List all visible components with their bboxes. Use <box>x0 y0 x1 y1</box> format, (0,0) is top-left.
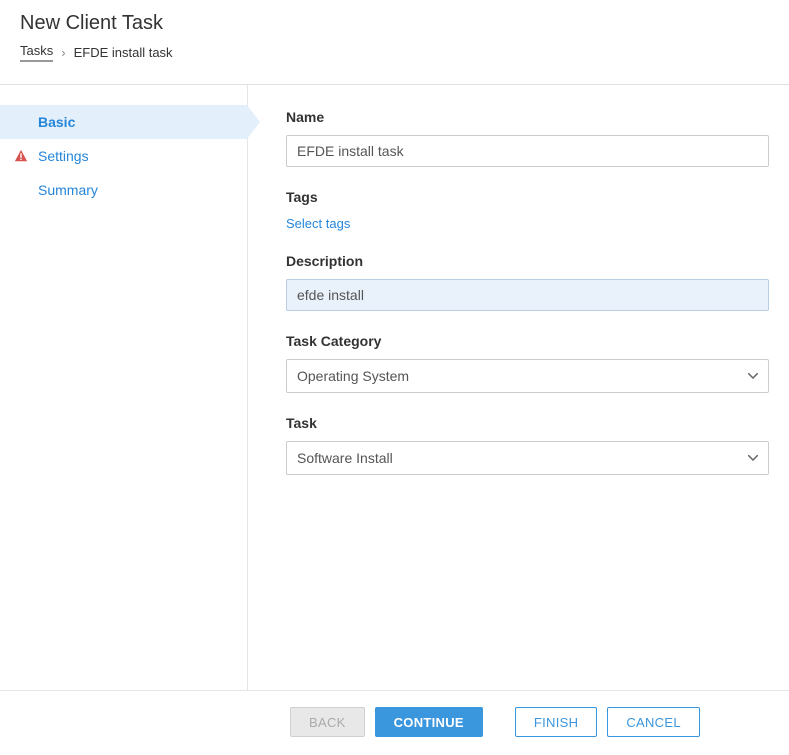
main-content: Name Tags Select tags Description Task C… <box>248 85 789 690</box>
breadcrumb-root[interactable]: Tasks <box>20 43 53 62</box>
sidebar-item-basic[interactable]: Basic <box>0 105 247 139</box>
continue-button[interactable]: CONTINUE <box>375 707 483 737</box>
description-label: Description <box>286 253 769 269</box>
tags-label: Tags <box>286 189 769 205</box>
description-input[interactable] <box>286 279 769 311</box>
sidebar: Basic Settings Summary <box>0 85 248 690</box>
chevron-right-icon: › <box>61 45 65 60</box>
breadcrumb: Tasks › EFDE install task <box>20 43 769 62</box>
task-select[interactable]: Software Install <box>286 441 769 475</box>
back-button: BACK <box>290 707 365 737</box>
name-label: Name <box>286 109 769 125</box>
field-tags: Tags Select tags <box>286 189 769 231</box>
field-task-category: Task Category Operating System <box>286 333 769 393</box>
task-category-select[interactable]: Operating System <box>286 359 769 393</box>
sidebar-item-label: Summary <box>38 182 98 198</box>
body: Basic Settings Summary Name Tags Select … <box>0 85 789 690</box>
sidebar-item-settings[interactable]: Settings <box>0 139 247 173</box>
name-input[interactable] <box>286 135 769 167</box>
sidebar-item-label: Settings <box>38 148 89 164</box>
page-title: New Client Task <box>20 12 769 35</box>
breadcrumb-current: EFDE install task <box>74 45 173 60</box>
warning-icon <box>14 149 28 163</box>
task-label: Task <box>286 415 769 431</box>
sidebar-item-label: Basic <box>38 114 75 130</box>
header: New Client Task Tasks › EFDE install tas… <box>0 0 789 72</box>
cancel-button[interactable]: CANCEL <box>607 707 700 737</box>
finish-button[interactable]: FINISH <box>515 707 597 737</box>
field-description: Description <box>286 253 769 311</box>
field-name: Name <box>286 109 769 167</box>
field-task: Task Software Install <box>286 415 769 475</box>
select-tags-link[interactable]: Select tags <box>286 216 350 231</box>
footer: BACK CONTINUE FINISH CANCEL <box>0 690 789 753</box>
sidebar-item-summary[interactable]: Summary <box>0 173 247 207</box>
task-category-label: Task Category <box>286 333 769 349</box>
